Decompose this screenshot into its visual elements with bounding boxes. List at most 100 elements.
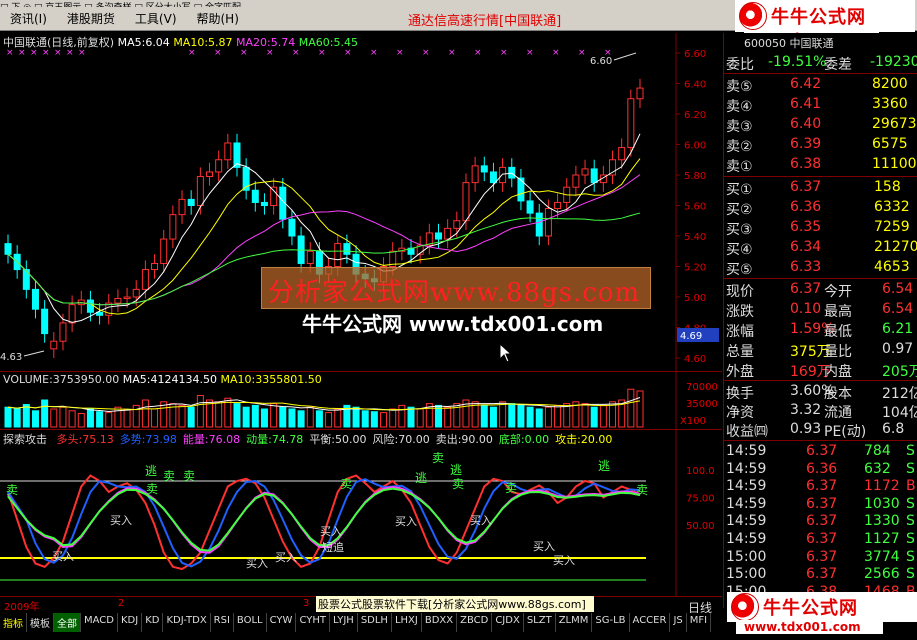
tab-sg-lb[interactable]: SG-LB [592,613,630,632]
menu-item[interactable]: 帮助(H) [187,0,249,30]
candle-body [224,142,232,161]
buy-row: 买② 6.36 6332 [726,199,910,218]
indicator-value: 动量:74.78 [246,433,304,446]
sell-signal: 卖 [432,451,444,465]
buy-signal: 买入 [470,514,492,527]
y-tick-label: 5.40 [684,232,706,243]
menu-item[interactable]: 工具(V) [125,0,187,30]
volume-bar [416,408,424,428]
menu-item[interactable]: 资讯(I) [0,0,57,30]
candle-body [50,340,58,350]
tab-模板[interactable]: 模板 [27,613,54,632]
menu-item[interactable]: 港股期货 [57,0,125,30]
candle-body [480,165,488,173]
sell-signal: 卖 [340,477,352,491]
volume-bar [325,412,333,428]
signal-marker: × [396,48,404,58]
tab-accer[interactable]: ACCER [630,613,671,632]
volume-bar [480,404,488,428]
indicator-value: 多头:75.13 [56,433,114,446]
tab-boll[interactable]: BOLL [234,613,267,632]
candle-body [572,174,580,188]
volume-bar [544,406,552,428]
tab-lhxj[interactable]: LHXJ [392,613,422,632]
tab-cyw[interactable]: CYW [267,613,297,632]
volume-bar [581,403,589,428]
tab-lyjh[interactable]: LYJH [330,613,358,632]
volume-bar [187,406,195,428]
volume-chart-pane[interactable]: 70000 35000 X100 VOLUME:3753950.00 MA5:412… [0,372,722,430]
candle-body [123,296,131,300]
volume-label: VOLUME:3753950.00 [3,373,120,386]
tab-macd[interactable]: MACD [81,613,118,632]
buy-signal: 买入 [52,550,74,563]
indicator-value: 底部:0.00 [498,433,550,446]
low-marker: 4.63 [0,352,22,363]
indicator-name: 探索攻击 [3,433,47,446]
tab-bdxx[interactable]: BDXX [422,613,458,632]
volume-bar [4,406,12,428]
tab-kd[interactable]: KD [142,613,164,632]
signal-marker: × [422,48,430,58]
tab-rsi[interactable]: RSI [211,613,234,632]
stat-row: 现价 6.37 今开 6.54 [726,281,914,300]
candle-body [151,262,159,271]
vol-ma10-label: MA10:3355801.50 [220,373,322,386]
sell-signal: 卖 [636,483,648,497]
stat2-row: 收益㈣ 0.93 PE(动) 6.8 [726,421,905,440]
indicator-pane[interactable]: 100.0 75.00 50.00 卖逃卖卖卖卖逃卖逃卖卖逃卖买入 买入 买入 买入 买入 买入… [0,430,722,596]
volume-bar [86,408,94,428]
date-year: 2009年 [4,602,40,613]
sell-signal: 卖 [505,481,517,495]
volume-bar [315,410,323,428]
cow-logo-icon [739,2,767,30]
candle-body [41,308,49,335]
tab-slzt[interactable]: SLZT [524,613,556,632]
window-title: 通达信高速行情[中国联通] [408,14,562,29]
tab-js[interactable]: JS [670,613,687,632]
volume-bar [260,408,268,428]
candle-body [141,269,149,290]
tab-kdj[interactable]: KDJ [118,613,143,632]
volume-bar [13,408,21,428]
tab-cyht[interactable]: CYHT [296,613,330,632]
footer-logo: 牛牛公式网 [727,592,917,622]
buy-signal: 买入 [246,557,268,570]
footer-cow-logo-icon [731,593,759,621]
sell-signal: 逃 [450,463,462,477]
ad-banner[interactable]: 分析家公式网www.88gs.com [261,267,651,309]
vol-y-tick: 70000 [686,382,718,393]
tab-sdlh[interactable]: SDLH [358,613,392,632]
candle-body [132,288,140,298]
menu-list: 资讯(I) 港股期货 工具(V) 帮助(H) [0,0,249,30]
tab-zlmm[interactable]: ZLMM [556,613,593,632]
footer-ad-banner[interactable]: 股票公式股票软件下载[分析家公式网www.88gs.com] [316,596,594,612]
vol-y-tick: 35000 [686,399,718,410]
tab-zbcd[interactable]: ZBCD [457,613,493,632]
volume-bar [270,403,278,428]
volume-bar [554,404,562,428]
tab-cjdx[interactable]: CJDX [492,613,524,632]
volume-bar [526,406,534,428]
volume-bar [535,408,543,428]
logo-name: 牛牛公式网 [771,7,866,28]
tab-kdj-tdx[interactable]: KDJ-TDX [163,613,211,632]
tab-mfi[interactable]: MFI [687,613,712,632]
candle-body [306,250,314,264]
y-tick-label: 5.60 [684,202,706,213]
buy-signal: 买入 [110,514,132,527]
tab-指标[interactable]: 指标 [0,613,27,632]
volume-bar [389,408,397,428]
volume-bar [141,399,149,428]
sell-row: 卖③ 6.40 29673 [726,116,917,135]
candle-body [581,168,589,176]
indicator-value: 攻击:20.00 [555,433,613,446]
volume-bar [31,410,39,428]
indicator-chart[interactable]: 100.075.0050.00卖逃卖卖卖卖逃卖逃卖 卖逃卖买入买入买入 买入买入买入… [0,430,722,596]
tab-全部[interactable]: 全部 [54,613,81,632]
candle-body [554,201,562,210]
volume-bar [590,406,598,428]
ind-y-tick: 50.00 [686,521,715,532]
volume-bar [178,404,186,428]
candle-body [636,87,644,100]
